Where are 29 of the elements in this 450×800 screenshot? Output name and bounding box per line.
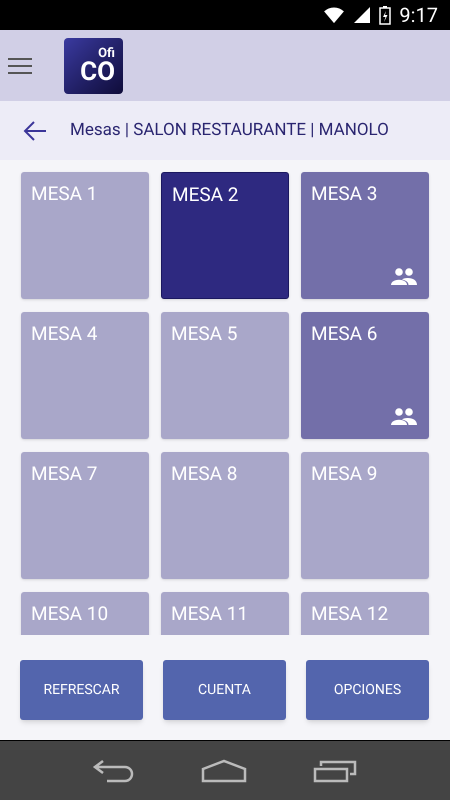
- table-tile[interactable]: MESA 6: [301, 312, 429, 439]
- table-tile[interactable]: MESA 10: [21, 592, 149, 635]
- clock: 9:17: [399, 2, 438, 29]
- table-tile[interactable]: MESA 12: [301, 592, 429, 635]
- table-tile[interactable]: MESA 9: [301, 452, 429, 579]
- table-tile[interactable]: MESA 2: [161, 172, 289, 299]
- people-icon: [391, 408, 417, 425]
- table-tile[interactable]: MESA 5: [161, 312, 289, 439]
- menu-icon: [8, 56, 32, 74]
- home-icon[interactable]: [201, 758, 247, 782]
- page-title: Mesas | SALON RESTAURANTE | MANOLO: [70, 118, 389, 142]
- table-tile[interactable]: MESA 8: [161, 452, 289, 579]
- action-button[interactable]: REFRESCAR: [20, 660, 143, 720]
- table-tile[interactable]: MESA 1: [21, 172, 149, 299]
- logo-small-text: Ofi: [98, 46, 115, 60]
- table-tile[interactable]: MESA 11: [161, 592, 289, 635]
- battery-icon: [379, 5, 392, 25]
- action-button[interactable]: CUENTA: [163, 660, 286, 720]
- back-arrow-icon: [23, 120, 47, 140]
- back-icon[interactable]: [93, 758, 135, 782]
- table-tile[interactable]: MESA 4: [21, 312, 149, 439]
- signal-icon: [353, 6, 372, 24]
- wifi-icon: [323, 6, 346, 24]
- table-tile[interactable]: MESA 3: [301, 172, 429, 299]
- action-button[interactable]: OPCIONES: [306, 660, 429, 720]
- logo-large-text: CO: [80, 58, 115, 84]
- recent-apps-icon[interactable]: [313, 758, 357, 782]
- people-icon: [391, 268, 417, 285]
- table-tile[interactable]: MESA 7: [21, 452, 149, 579]
